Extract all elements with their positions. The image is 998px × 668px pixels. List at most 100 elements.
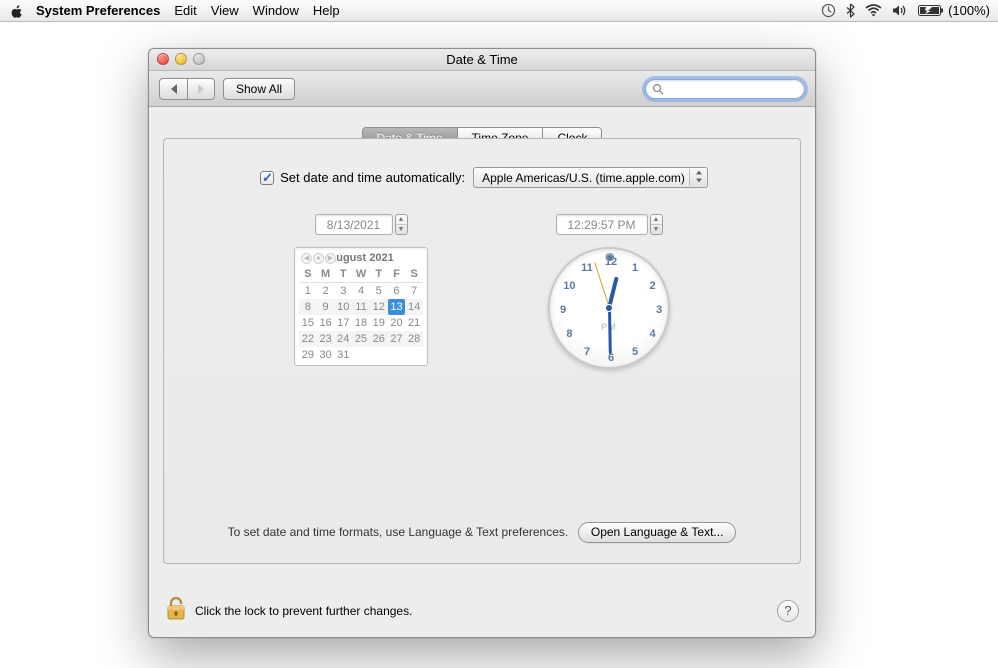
time-server-select[interactable]: Apple Americas/U.S. (time.apple.com) [473,167,708,188]
time-stepper[interactable]: ▲▼ [650,214,663,235]
calendar-day [388,347,406,363]
lock-icon[interactable] [165,596,187,625]
preferences-window: Date & Time Show All Date & Time Time Zo… [148,48,816,638]
calendar-day[interactable]: 7 [405,283,423,299]
calendar-day[interactable]: 25 [352,331,370,347]
clock-pin [605,304,613,312]
titlebar[interactable]: Date & Time [149,49,815,71]
clock-numeral: 7 [579,346,595,358]
calendar-day[interactable]: 11 [352,299,370,315]
cal-prev-button[interactable]: ◀ [301,253,312,264]
search-field-wrap[interactable] [645,79,805,99]
bluetooth-icon[interactable] [846,3,855,18]
calendar-day[interactable]: 17 [334,315,352,331]
help-button[interactable]: ? [777,600,799,622]
calendar-day[interactable]: 8 [299,299,317,315]
calendar-weekday: W [352,266,370,282]
calendar-day[interactable]: 9 [317,299,335,315]
calendar-day[interactable]: 10 [334,299,352,315]
lock-hint: Click the lock to prevent further change… [195,604,412,618]
calendar-day[interactable]: 14 [405,299,423,315]
calendar-weekday: F [388,266,406,282]
calendar-day[interactable]: 20 [388,315,406,331]
wifi-icon[interactable] [865,4,882,17]
calendar-day[interactable]: 4 [352,283,370,299]
date-field-wrap: 8/13/2021 ▲▼ [315,214,408,235]
minimize-button[interactable] [175,53,187,65]
calendar-day[interactable]: 5 [370,283,388,299]
clock-numeral: 8 [561,328,577,340]
date-stepper[interactable]: ▲▼ [395,214,408,235]
analog-clock: PM 123456789101112 [548,247,670,369]
window-title: Date & Time [446,52,518,67]
calendar-day [370,347,388,363]
menu-window[interactable]: Window [253,3,299,18]
menu-edit[interactable]: Edit [174,3,196,18]
calendar-day[interactable]: 23 [317,331,335,347]
minute-hand [608,308,612,354]
calendar-day[interactable]: 19 [370,315,388,331]
app-name[interactable]: System Preferences [36,3,160,18]
time-field[interactable]: 12:29:57 PM [556,214,648,235]
calendar-title: August 2021 [328,252,393,264]
clock-numeral: 10 [561,280,577,292]
calendar-day[interactable]: 30 [317,347,335,363]
close-button[interactable] [157,53,169,65]
calendar-day[interactable]: 18 [352,315,370,331]
battery-icon[interactable]: (100%) [918,3,990,18]
content-panel: Set date and time automatically: Apple A… [163,138,801,564]
calendar-day[interactable]: 16 [317,315,335,331]
calendar-day[interactable]: 6 [388,283,406,299]
calendar-day[interactable]: 22 [299,331,317,347]
date-field[interactable]: 8/13/2021 [315,214,393,235]
format-hint: To set date and time formats, use Langua… [228,525,569,539]
forward-button [187,78,215,100]
calendar-day[interactable]: 13 [388,299,406,315]
time-server-value: Apple Americas/U.S. (time.apple.com) [482,171,685,185]
cal-today-button[interactable]: ● [313,253,324,264]
calendar-day[interactable]: 21 [405,315,423,331]
calendar-day[interactable]: 12 [370,299,388,315]
calendar-day [352,347,370,363]
apple-menu-icon[interactable] [10,4,24,18]
clock-numeral: 9 [555,304,571,316]
calendar-day[interactable]: 31 [334,347,352,363]
calendar-weekday: M [317,266,335,282]
calendar-day[interactable]: 3 [334,283,352,299]
search-input[interactable] [668,81,816,97]
calendar-day[interactable]: 1 [299,283,317,299]
menu-view[interactable]: View [211,3,239,18]
calendar-day[interactable]: 27 [388,331,406,347]
auto-set-label: Set date and time automatically: [280,170,465,185]
calendar-weekday: S [405,266,423,282]
time-machine-icon[interactable] [821,3,836,18]
nav-back-forward [159,78,215,100]
calendar-day[interactable]: 26 [370,331,388,347]
calendar-weekday: T [370,266,388,282]
calendar-day[interactable]: 28 [405,331,423,347]
calendar-day[interactable]: 24 [334,331,352,347]
clock-tick [609,253,610,255]
clock-numeral: 6 [603,352,619,364]
calendar-day[interactable]: 2 [317,283,335,299]
back-button[interactable] [159,78,187,100]
open-language-text-button[interactable]: Open Language & Text... [578,522,737,543]
cal-next-button[interactable]: ▶ [325,253,336,264]
calendar[interactable]: ◀ ● ▶ August 2021 SMTWTFS123456789101112… [294,247,428,366]
volume-icon[interactable] [892,4,908,17]
clock-numeral: 5 [627,346,643,358]
menu-help[interactable]: Help [313,3,340,18]
calendar-weekday: T [334,266,352,282]
menubar: System Preferences Edit View Window Help… [0,0,998,22]
auto-set-checkbox[interactable] [260,171,274,185]
calendar-day[interactable]: 15 [299,315,317,331]
calendar-weekday: S [299,266,317,282]
time-field-wrap: 12:29:57 PM ▲▼ [556,214,663,235]
show-all-button[interactable]: Show All [223,78,295,100]
search-icon [652,83,664,95]
clock-numeral: 2 [645,280,661,292]
zoom-button [193,53,205,65]
calendar-day[interactable]: 29 [299,347,317,363]
toolbar: Show All [149,71,815,107]
clock-numeral: 4 [645,328,661,340]
